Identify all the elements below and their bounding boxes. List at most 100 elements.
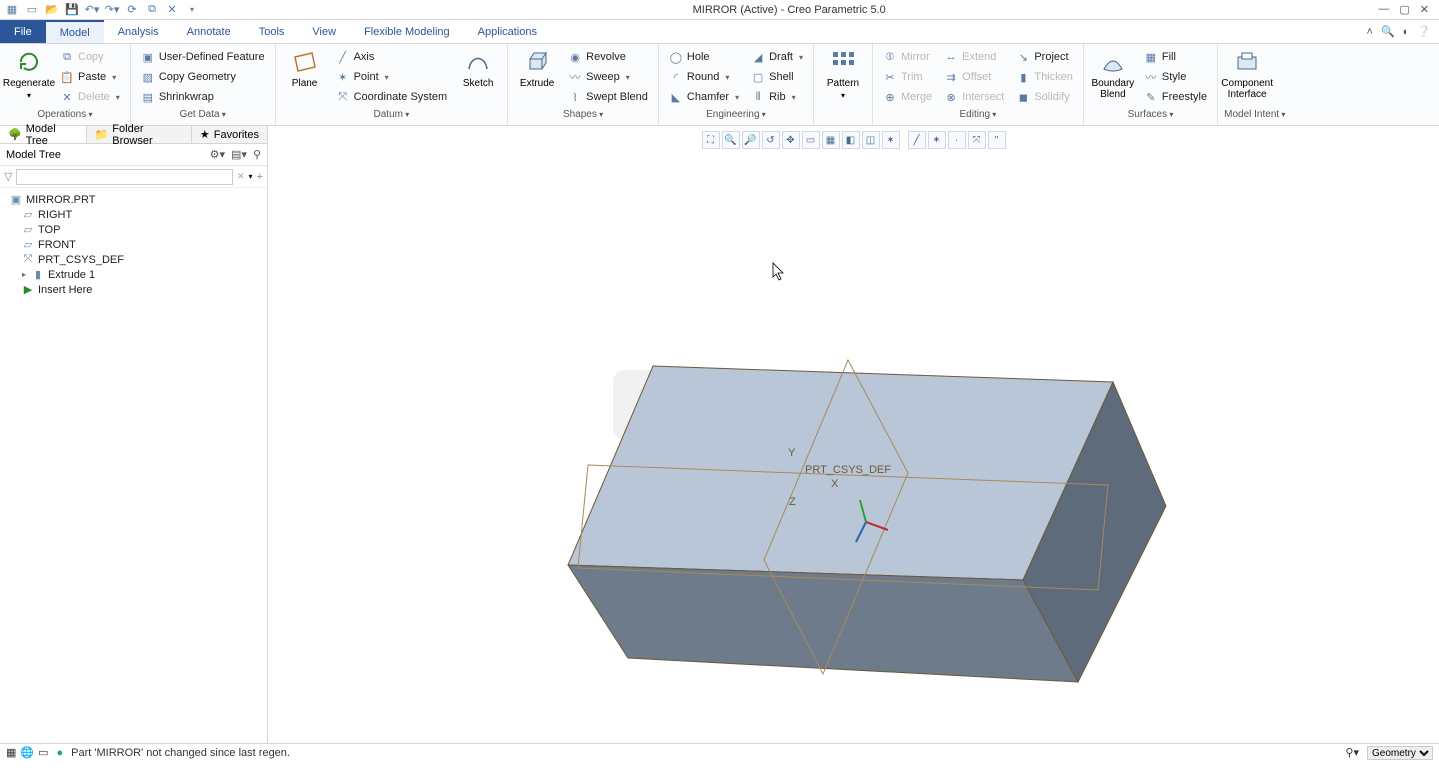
pattern-button[interactable]: Pattern ▾ <box>820 46 866 100</box>
expand-icon[interactable]: ▸ <box>22 270 26 279</box>
tab-annotate[interactable]: Annotate <box>173 20 245 43</box>
saved-orient-icon[interactable]: ▦ <box>822 131 840 149</box>
project-button[interactable]: ↘Project <box>1012 48 1077 66</box>
fill-button[interactable]: ▦Fill <box>1140 48 1211 66</box>
model-block[interactable]: PRT_CSYS_DEF Y X Z <box>568 360 1166 682</box>
viewport[interactable]: anxz.com PRT_CSYS_DEF Y X <box>268 150 1439 743</box>
annot-display-icon[interactable]: ✶ <box>882 131 900 149</box>
windows-icon[interactable]: ⧉ <box>144 2 160 18</box>
status-grid-icon[interactable]: ▦ <box>6 746 16 759</box>
style-button[interactable]: 〰Style <box>1140 68 1211 86</box>
draft-button[interactable]: ◢Draft▾ <box>747 48 807 66</box>
group-model-intent-label[interactable]: Model Intent <box>1224 109 1285 125</box>
spin-icon[interactable]: ✥ <box>782 131 800 149</box>
tree-item-right[interactable]: ▱RIGHT <box>0 207 267 222</box>
tab-analysis[interactable]: Analysis <box>104 20 173 43</box>
help-icon[interactable]: ❔ <box>1417 25 1431 38</box>
zoom-out-icon[interactable]: 🔎 <box>742 131 760 149</box>
merge-button[interactable]: ⊕Merge <box>879 88 936 106</box>
thicken-button[interactable]: ▮Thicken <box>1012 68 1077 86</box>
group-engineering-label[interactable]: Engineering <box>665 109 807 125</box>
zoom-in-icon[interactable]: 🔍 <box>722 131 740 149</box>
tree-item-front[interactable]: ▱FRONT <box>0 237 267 252</box>
collapse-ribbon-icon[interactable]: ˄ <box>1367 26 1373 38</box>
close-window-icon[interactable]: ✕ <box>164 2 180 18</box>
extend-button[interactable]: ↔Extend <box>940 48 1008 66</box>
search-dropdown-icon[interactable]: ▾ <box>249 172 253 181</box>
boundary-blend-button[interactable]: Boundary Blend <box>1090 46 1136 100</box>
delete-button[interactable]: ✕Delete▾ <box>56 88 124 106</box>
display-style-icon[interactable]: ◧ <box>842 131 860 149</box>
qat-dropdown-icon[interactable]: ▾ <box>184 2 200 18</box>
tree-item-extrude[interactable]: ▸▮Extrude 1 <box>0 267 267 282</box>
offset-button[interactable]: ⇉Offset <box>940 68 1008 86</box>
intersect-button[interactable]: ⊗Intersect <box>940 88 1008 106</box>
trim-button[interactable]: ✂Trim <box>879 68 936 86</box>
search-help-icon[interactable]: 🔍 <box>1381 25 1395 38</box>
redo-icon[interactable]: ↷▾ <box>104 2 120 18</box>
selection-filter-select[interactable]: Geometry <box>1367 746 1433 760</box>
named-views-icon[interactable]: ▭ <box>802 131 820 149</box>
revolve-button[interactable]: ◉Revolve <box>564 48 652 66</box>
tree-show-icon[interactable]: ▤▾ <box>231 148 247 161</box>
tree-root[interactable]: ▣MIRROR.PRT <box>0 192 267 207</box>
nav-tab-model-tree[interactable]: 🌳Model Tree <box>0 126 87 143</box>
sweep-button[interactable]: 〰Sweep▾ <box>564 68 652 86</box>
user-defined-feature-button[interactable]: ▣User-Defined Feature <box>137 48 269 66</box>
undo-icon[interactable]: ↶▾ <box>84 2 100 18</box>
axis-button[interactable]: ╱Axis <box>332 48 452 66</box>
regenerate-button[interactable]: Regenerate ▾ <box>6 46 52 100</box>
refit-icon[interactable]: ⛶ <box>702 131 720 149</box>
group-datum-label[interactable]: Datum <box>282 109 502 125</box>
open-icon[interactable]: 📂 <box>44 2 60 18</box>
selection-filter-icon[interactable]: ⚲▾ <box>1345 746 1359 759</box>
chamfer-button[interactable]: ◣Chamfer▾ <box>665 88 743 106</box>
swept-blend-button[interactable]: ⌇Swept Blend <box>564 88 652 106</box>
datum-axis-toggle-icon[interactable]: ✶ <box>928 131 946 149</box>
tree-item-csys[interactable]: ⤧PRT_CSYS_DEF <box>0 252 267 267</box>
plane-button[interactable]: Plane <box>282 46 328 89</box>
nav-tab-folder-browser[interactable]: 📁Folder Browser <box>87 126 192 143</box>
new-icon[interactable]: ▭ <box>24 2 40 18</box>
clear-search-icon[interactable]: ✕ <box>237 171 245 182</box>
rib-button[interactable]: ⦀Rib▾ <box>747 88 807 106</box>
status-browser-icon[interactable]: 🌐 <box>20 746 34 759</box>
extrude-button[interactable]: Extrude <box>514 46 560 89</box>
datum-plane-toggle-icon[interactable]: ╱ <box>908 131 926 149</box>
tab-model[interactable]: Model <box>46 20 104 43</box>
coord-system-button[interactable]: ⤧Coordinate System <box>332 88 452 106</box>
group-editing-label[interactable]: Editing <box>879 109 1077 125</box>
shrinkwrap-button[interactable]: ▤Shrinkwrap <box>137 88 269 106</box>
tab-flex[interactable]: Flexible Modeling <box>350 20 464 43</box>
status-box-icon[interactable]: ▭ <box>38 746 48 759</box>
close-button[interactable]: ✕ <box>1420 3 1429 16</box>
sketch-button[interactable]: Sketch <box>455 46 501 89</box>
nav-tab-favorites[interactable]: ★Favorites <box>192 126 268 143</box>
repaint-icon[interactable]: ↺ <box>762 131 780 149</box>
tree-filter-icon[interactable]: ⚲ <box>253 148 261 161</box>
save-icon[interactable]: 💾 <box>64 2 80 18</box>
hole-button[interactable]: ◯Hole <box>665 48 743 66</box>
solidify-button[interactable]: ◼Solidify <box>1012 88 1077 106</box>
paste-button[interactable]: 📋Paste▾ <box>56 68 124 86</box>
group-surfaces-label[interactable]: Surfaces <box>1090 109 1211 125</box>
regenerate-icon[interactable]: ⟳ <box>124 2 140 18</box>
tab-view[interactable]: View <box>298 20 350 43</box>
tree-settings-icon[interactable]: ⚙▾ <box>210 148 225 161</box>
tree-item-top[interactable]: ▱TOP <box>0 222 267 237</box>
tab-apps[interactable]: Applications <box>464 20 551 43</box>
component-interface-button[interactable]: Component Interface <box>1224 46 1270 100</box>
tab-file[interactable]: File <box>0 20 46 43</box>
freestyle-button[interactable]: ✎Freestyle <box>1140 88 1211 106</box>
tree-item-insert-here[interactable]: ▶Insert Here <box>0 282 267 297</box>
datum-csys-toggle-icon[interactable]: ⤧ <box>968 131 986 149</box>
search-filter-icon[interactable]: ▽ <box>4 170 12 183</box>
maximize-button[interactable]: ▢ <box>1399 3 1409 16</box>
community-icon[interactable]: ◐ <box>1403 26 1410 38</box>
mirror-button[interactable]: ⦶Mirror <box>879 48 936 66</box>
annot-toggle-icon[interactable]: " <box>988 131 1006 149</box>
shell-button[interactable]: ▢Shell <box>747 68 807 86</box>
point-button[interactable]: ✶Point▾ <box>332 68 452 86</box>
perspective-icon[interactable]: ◫ <box>862 131 880 149</box>
graphics-area[interactable]: ⛶ 🔍 🔎 ↺ ✥ ▭ ▦ ◧ ◫ ✶ ╱ ✶ · ⤧ " anxz.com <box>268 126 1439 743</box>
